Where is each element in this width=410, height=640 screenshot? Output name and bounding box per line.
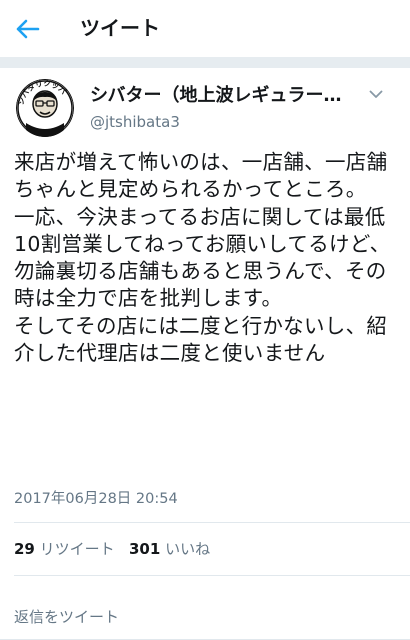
stats-bottom-divider (14, 575, 410, 576)
reply-tweet-button[interactable]: 返信をツイート (14, 607, 119, 627)
retweet-count: 29 (14, 540, 35, 558)
username[interactable]: @jtshibata3 (90, 112, 180, 132)
tweet-stats: 29 リツイート 301 いいね (14, 539, 210, 559)
display-name[interactable]: シバター（地上波レギュラー… (90, 84, 355, 108)
retweet-count-link[interactable]: 29 リツイート (14, 540, 115, 558)
like-count: 301 (128, 540, 161, 558)
app-header: ツイート (0, 0, 410, 57)
chevron-down-icon (369, 90, 383, 98)
page-title: ツイート (80, 16, 160, 40)
back-button[interactable] (10, 14, 44, 44)
tweet-menu-button[interactable] (366, 84, 386, 104)
arrow-left-icon (16, 19, 40, 39)
like-label: いいね (165, 540, 211, 558)
avatar[interactable]: シバタリクッパ (16, 79, 74, 137)
stats-top-divider (14, 522, 410, 523)
tweet-text: 来店が増えて怖いのは、一店舗、一店舗ちゃんと見定められるかってところ。 一応、今… (14, 150, 391, 366)
like-count-link[interactable]: 301 いいね (129, 540, 210, 558)
tweet-timestamp: 2017年06月28日 20:54 (14, 491, 178, 507)
avatar-lettering: シバタリクッパ (16, 79, 69, 106)
header-divider (0, 57, 410, 68)
retweet-label: リツイート (39, 540, 115, 558)
svg-text:シバタリクッパ: シバタリクッパ (16, 79, 69, 106)
